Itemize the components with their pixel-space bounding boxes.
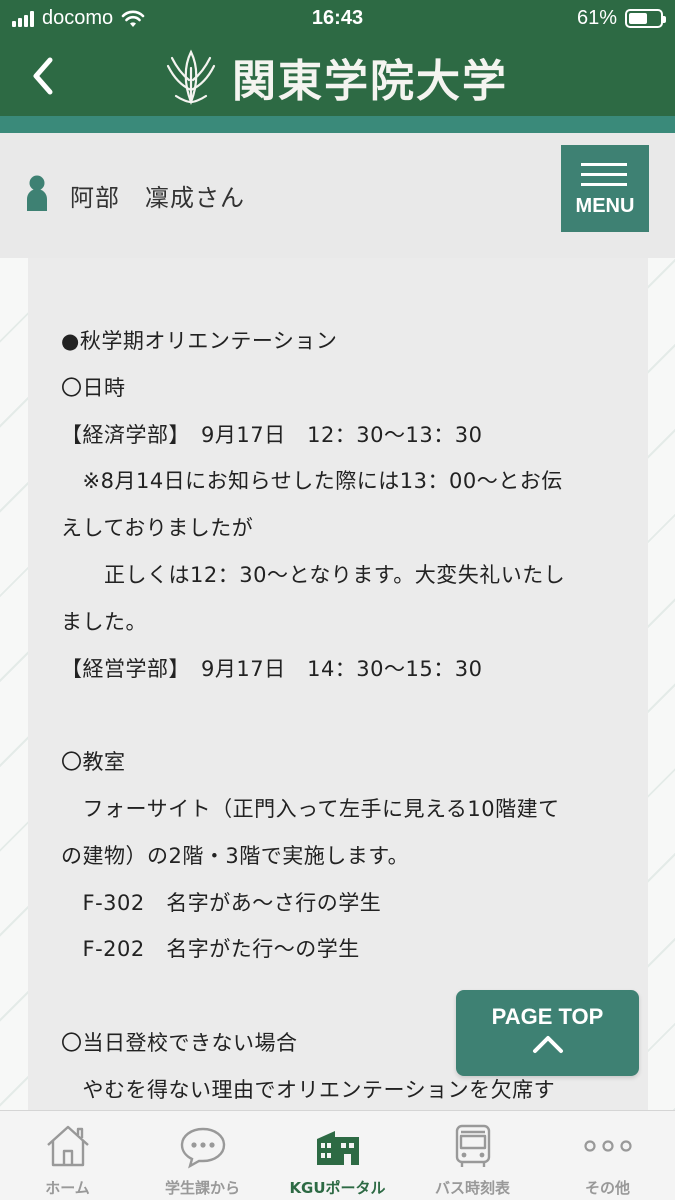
home-icon	[46, 1125, 89, 1167]
app-header: 関東学院大学	[0, 38, 675, 116]
university-logo: 関東学院大学	[158, 44, 508, 110]
bus-icon	[455, 1124, 490, 1167]
tab-label: 学生課から	[164, 1179, 240, 1197]
chevron-up-icon	[533, 1036, 563, 1053]
speech-bubble-icon	[180, 1127, 225, 1169]
user-name: 阿部 凜成さん	[70, 184, 245, 212]
notice-line: F-302 名字があ〜さ行の学生	[61, 890, 382, 915]
tab-other[interactable]: その他	[540, 1111, 675, 1200]
notice-line: 【経済学部】 9月17日 12：30〜13：30	[61, 422, 483, 447]
tab-label: バス時刻表	[434, 1179, 510, 1197]
notice-line: の建物）の2階・3階で実施します。	[61, 843, 410, 868]
tab-label: その他	[584, 1179, 630, 1197]
notice-line: えしておりましたが	[61, 516, 254, 541]
back-chevron-icon[interactable]	[24, 54, 64, 98]
notice-line: 正しくは12：30〜となります。大変失礼いたし	[61, 562, 566, 587]
notice-line: フォーサイト（正門入って左手に見える10階建て	[61, 796, 560, 821]
battery-icon	[625, 9, 666, 28]
tab-label: ホーム	[45, 1179, 90, 1197]
menu-button[interactable]: MENU	[561, 145, 649, 232]
notice-line: F-202 名字がた行〜の学生	[61, 937, 360, 962]
status-bar: docomo 16:43 61%	[0, 0, 675, 38]
tab-student-affairs[interactable]: 学生課から	[135, 1111, 270, 1200]
building-icon	[316, 1131, 359, 1165]
tab-home[interactable]: ホーム	[0, 1111, 135, 1200]
notice-line: 【経営学部】 9月17日 14：30〜15：30	[61, 656, 483, 681]
tab-kgu-portal[interactable]: KGUポータル	[270, 1111, 405, 1200]
more-icon	[583, 1140, 632, 1152]
battery-level-fill	[629, 13, 648, 24]
header-accent-strip	[0, 116, 675, 133]
notice-card: ●秋学期オリエンテーション 〇日時【経済学部】 9月17日 12：30〜13：30…	[28, 258, 648, 1110]
notice-line: 〇日時	[61, 375, 126, 400]
bottom-tab-bar: ホーム 学生課から KGUポータル バス時刻表 その他	[0, 1110, 675, 1200]
notice-line: ●秋学期オリエンテーション	[61, 329, 338, 353]
battery-percent: 61%	[576, 7, 617, 29]
user-bar: 阿部 凜成さん MENU	[0, 133, 675, 258]
notice-line	[61, 692, 621, 739]
content-area[interactable]: ●秋学期オリエンテーション 〇日時【経済学部】 9月17日 12：30〜13：30…	[0, 258, 675, 1110]
page-top-label: PAGE TOP	[491, 1004, 604, 1029]
notice-line: ※8月14日にお知らせした際には13：00〜とお伝	[61, 469, 563, 494]
user-icon	[27, 175, 47, 211]
status-right: 61%	[576, 7, 666, 30]
tab-bus-timetable[interactable]: バス時刻表	[405, 1111, 540, 1200]
notice-line: ました。	[61, 609, 147, 634]
university-name: 関東学院大学	[232, 56, 508, 107]
status-time: 16:43	[311, 7, 364, 29]
hamburger-icon	[581, 163, 627, 193]
tab-label: KGUポータル	[289, 1179, 386, 1197]
notice-line: 〇教室	[61, 750, 126, 775]
page-top-button[interactable]: PAGE TOP	[456, 990, 639, 1076]
menu-label: MENU	[575, 195, 635, 217]
university-emblem-icon	[166, 49, 216, 106]
